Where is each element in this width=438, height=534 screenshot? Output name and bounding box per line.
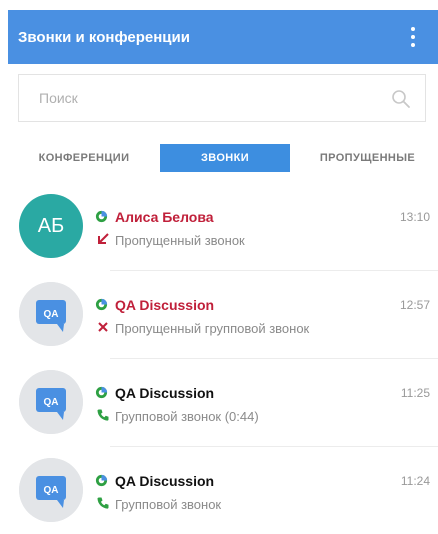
online-status-icon bbox=[95, 298, 108, 311]
divider bbox=[110, 446, 438, 447]
divider bbox=[110, 270, 438, 271]
call-time: 12:57 bbox=[399, 298, 430, 312]
online-status-icon bbox=[95, 474, 108, 487]
tab-missed[interactable]: ПРОПУЩЕННЫЕ bbox=[305, 144, 430, 172]
call-row[interactable]: QA QA Discussion 11:25 Групповой звонок … bbox=[0, 360, 438, 446]
call-status: Пропущенный групповой звонок bbox=[115, 321, 310, 336]
search-box[interactable] bbox=[18, 74, 426, 122]
group-chat-avatar-icon: QA bbox=[19, 282, 83, 346]
divider bbox=[110, 358, 438, 359]
online-status-icon bbox=[95, 210, 108, 223]
call-time: 13:10 bbox=[399, 210, 430, 224]
avatar: АБ bbox=[19, 194, 83, 258]
call-status: Групповой звонок (0:44) bbox=[115, 409, 259, 424]
vertical-dots-icon[interactable] bbox=[410, 27, 416, 47]
call-status: Групповой звонок bbox=[115, 497, 222, 512]
conference-name: QA Discussion bbox=[115, 473, 215, 489]
group-chat-avatar-icon: QA bbox=[19, 370, 83, 434]
app-header: Звонки и конференции bbox=[8, 10, 438, 64]
tab-conferences[interactable]: КОНФЕРЕНЦИИ bbox=[28, 144, 140, 172]
tab-bar: КОНФЕРЕНЦИИ ЗВОНКИ ПРОПУЩЕННЫЕ bbox=[0, 144, 438, 172]
online-status-icon bbox=[95, 386, 108, 399]
search-icon[interactable] bbox=[391, 89, 411, 109]
search-input[interactable] bbox=[37, 89, 371, 107]
svg-text:QA: QA bbox=[44, 485, 59, 496]
conference-name: QA Discussion bbox=[115, 385, 215, 401]
call-row[interactable]: QA QA Discussion 11:24 Групповой звонок bbox=[0, 448, 438, 534]
tab-calls[interactable]: ЗВОНКИ bbox=[160, 144, 290, 172]
call-status: Пропущенный звонок bbox=[115, 233, 245, 248]
group-chat-avatar-icon: QA bbox=[19, 458, 83, 522]
contact-name: Алиса Белова bbox=[115, 209, 214, 225]
call-time: 11:24 bbox=[400, 474, 430, 488]
phone-icon bbox=[97, 497, 109, 509]
call-row[interactable]: АБ Алиса Белова 13:10 Пропущенный звонок bbox=[0, 184, 438, 270]
phone-icon bbox=[97, 409, 109, 421]
svg-text:QA: QA bbox=[44, 309, 59, 320]
page-title: Звонки и конференции bbox=[18, 28, 190, 46]
call-row[interactable]: QA QA Discussion 12:57 Пропущенный групп… bbox=[0, 272, 438, 358]
missed-group-call-x-icon bbox=[98, 322, 108, 332]
missed-call-arrow-icon bbox=[98, 233, 109, 244]
conference-name: QA Discussion bbox=[115, 297, 215, 313]
call-time: 11:25 bbox=[400, 386, 430, 400]
svg-text:QA: QA bbox=[44, 397, 59, 408]
